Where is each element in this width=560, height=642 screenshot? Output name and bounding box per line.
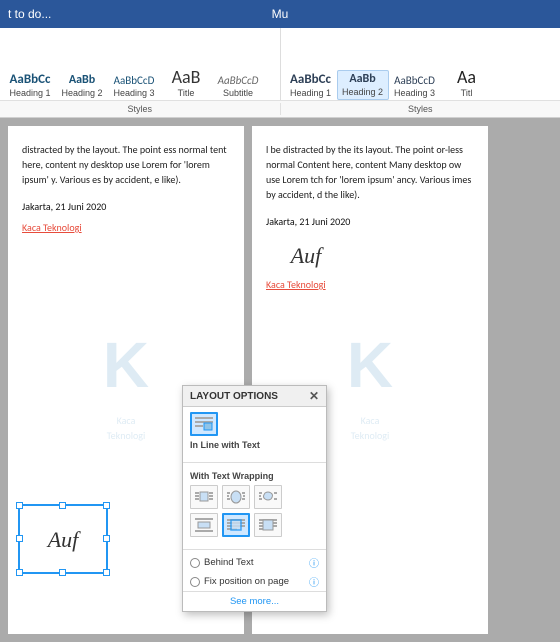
right-watermark: K Kaca Teknologi [347,317,393,443]
behind-text-radio[interactable] [190,558,200,568]
left-company-name: Kaca Teknologi [22,220,230,235]
wrapping-section-label: With Text Wrapping [190,471,319,481]
popup-divider2 [183,549,326,550]
see-more-button[interactable]: See more... [183,591,326,611]
layout-infront-icon[interactable] [254,513,282,537]
left-page-text: distracted by the layout. The point ess … [22,142,230,187]
behind-text-info-icon[interactable]: ⓘ [309,555,319,570]
handle-bl[interactable] [16,569,23,576]
styles-label-right: Styles [281,103,560,115]
popup-divider1 [183,462,326,463]
behind-text-label: Behind Text [204,557,253,568]
style-subtitle-left[interactable]: AaBbCcD Subtitle [212,73,264,100]
behind-text-option[interactable]: Behind Text ⓘ [183,553,326,572]
handle-ml[interactable] [16,535,23,542]
fix-position-option[interactable]: Fix position on page ⓘ [183,572,326,591]
layout-inline-icon[interactable] [190,412,218,436]
style-heading1-right[interactable]: AaBbCc Heading 1 [285,71,337,100]
handle-br[interactable] [103,569,110,576]
title-center: Mu [189,7,370,21]
layout-through-icon[interactable] [254,485,282,509]
fix-position-radio[interactable] [190,577,200,587]
style-heading2-left[interactable]: AaBb Heading 2 [56,72,108,100]
popup-section-wrapping: With Text Wrapping [183,466,326,546]
style-heading3-right[interactable]: AaBbCcD Heading 3 [389,73,441,100]
handle-bc[interactable] [59,569,66,576]
layout-tight-icon[interactable] [222,485,250,509]
layout-behind-icon[interactable] [222,513,250,537]
style-heading1-left[interactable]: AaBbCc Heading 1 [4,71,56,100]
wrapping-row1 [190,485,319,509]
inline-icon-row [190,412,319,436]
fix-position-label: Fix position on page [204,576,289,587]
document-area: K Kaca Teknologi distracted by the layou… [0,118,560,642]
ribbon: AaBbCc Heading 1 AaBb Heading 2 AaBbCcD … [0,28,560,118]
style-heading2-right[interactable]: AaBb Heading 2 [337,70,389,100]
layout-options-popup: LAYOUT OPTIONS ✕ In Line with Text Wit [182,385,327,612]
fix-position-info-icon[interactable]: ⓘ [309,574,319,589]
left-watermark: K Kaca Teknologi [103,317,149,443]
right-date: Jakarta, 21 Juni 2020 [266,214,474,229]
layout-topbottom-icon[interactable] [190,513,218,537]
style-heading3-left[interactable]: AaBbCcD Heading 3 [108,73,160,100]
style-title-right[interactable]: Aa Titl [441,66,493,100]
right-company-name: Kaca Teknologi [266,277,474,292]
right-signature-scribble: Auf [291,239,322,272]
wrapping-row2 [190,513,319,537]
right-signature-img: Auf [266,235,346,275]
styles-label-left: Styles [0,103,281,115]
popup-close-button[interactable]: ✕ [309,390,319,402]
popup-header: LAYOUT OPTIONS ✕ [183,386,326,407]
ribbon-group-labels: Styles Styles [0,100,560,117]
right-signature-area: Jakarta, 21 Juni 2020 Auf Kaca Teknologi [266,214,474,292]
handle-mr[interactable] [103,535,110,542]
popup-section-inline: In Line with Text [183,407,326,459]
handle-tc[interactable] [59,502,66,509]
handle-tr[interactable] [103,502,110,509]
title-bar: t to do... Mu [0,0,560,28]
popup-title: LAYOUT OPTIONS [190,391,278,402]
left-signature-scribble: Auf [48,523,79,556]
style-subtle-left[interactable]: Ac Su... [264,73,281,100]
inline-section-label: In Line with Text [190,440,319,450]
left-signature-area: Jakarta, 21 Juni 2020 Kaca Teknologi [22,199,230,235]
image-selected[interactable]: Auf [18,504,108,574]
layout-square-icon[interactable] [190,485,218,509]
left-date: Jakarta, 21 Juni 2020 [22,199,230,214]
title-left: t to do... [8,7,189,21]
right-page-text: l be distracted by the its layout. The p… [266,142,474,202]
handle-tl[interactable] [16,502,23,509]
style-title-left[interactable]: AaB Title [160,66,212,100]
